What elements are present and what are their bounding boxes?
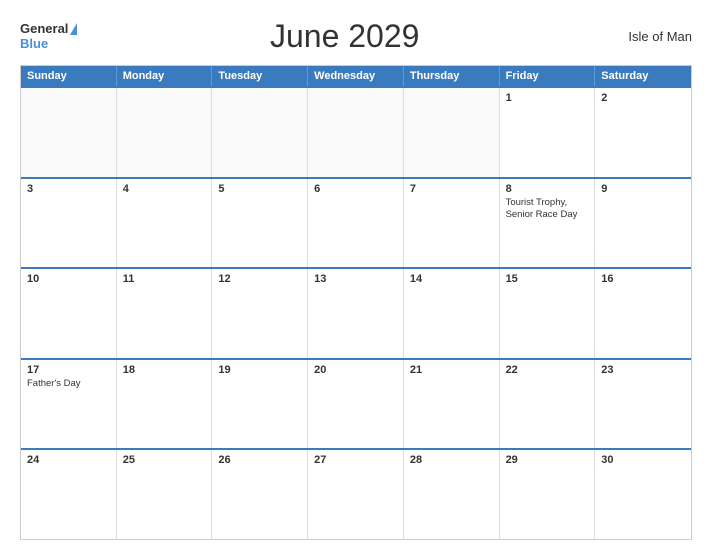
calendar-header-saturday: Saturday	[595, 66, 691, 86]
day-number: 2	[601, 92, 685, 104]
calendar-cell: 14	[404, 269, 500, 358]
day-number: 3	[27, 183, 110, 195]
calendar-cell	[21, 88, 117, 177]
day-number: 17	[27, 364, 110, 376]
calendar-cell	[404, 88, 500, 177]
logo-general-text: General	[20, 22, 68, 36]
calendar-header-thursday: Thursday	[404, 66, 500, 86]
calendar-cell: 4	[117, 179, 213, 268]
calendar-cell	[117, 88, 213, 177]
calendar-body: 12345678Tourist Trophy, Senior Race Day9…	[21, 86, 691, 539]
calendar-cell: 30	[595, 450, 691, 539]
calendar-cell: 29	[500, 450, 596, 539]
logo-blue-text: Blue	[20, 37, 48, 51]
day-number: 6	[314, 183, 397, 195]
day-number: 20	[314, 364, 397, 376]
calendar-cell	[212, 88, 308, 177]
logo-triangle-icon	[70, 23, 77, 35]
calendar-week-2: 3 45 6 7 8 Tourist Trophy, Senior Race Day 9	[21, 177, 691, 268]
calendar-header-monday: Monday	[117, 66, 213, 86]
day-number: 22	[506, 364, 589, 376]
header: General Blue June 2029 Isle of Man	[20, 18, 692, 55]
day-number: 7	[410, 183, 493, 195]
page: General Blue June 2029 Isle of Man Sunda…	[0, 0, 712, 550]
day-number: 29	[506, 454, 589, 466]
day-number: 28	[410, 454, 493, 466]
day-number: 15	[506, 273, 589, 285]
calendar-week-1: 12	[21, 86, 691, 177]
calendar-cell: 2	[595, 88, 691, 177]
calendar: SundayMondayTuesdayWednesdayThursdayFrid…	[20, 65, 692, 540]
event-text: Father's Day	[27, 378, 110, 390]
calendar-cell: 26	[212, 450, 308, 539]
day-number: 21	[410, 364, 493, 376]
calendar-cell: 15	[500, 269, 596, 358]
calendar-header: SundayMondayTuesdayWednesdayThursdayFrid…	[21, 66, 691, 86]
day-number: 14	[410, 273, 493, 285]
day-number: 16	[601, 273, 685, 285]
calendar-cell: 17 Father's Day	[21, 360, 117, 449]
calendar-cell: 28	[404, 450, 500, 539]
calendar-cell: 11	[117, 269, 213, 358]
calendar-week-3: 10 11 12 13 14 15 16	[21, 267, 691, 358]
day-number: 4	[123, 183, 206, 195]
day-number: 30	[601, 454, 685, 466]
calendar-cell: 5	[212, 179, 308, 268]
calendar-cell: 16	[595, 269, 691, 358]
day-number: 18	[123, 364, 206, 376]
region-label: Isle of Man	[612, 29, 692, 44]
calendar-cell: 24	[21, 450, 117, 539]
day-number: 26	[218, 454, 301, 466]
day-number: 13	[314, 273, 397, 285]
calendar-cell	[308, 88, 404, 177]
day-number: 5	[218, 183, 301, 195]
calendar-cell: 21	[404, 360, 500, 449]
day-number: 11	[123, 273, 206, 285]
calendar-cell: 3	[21, 179, 117, 268]
day-number: 27	[314, 454, 397, 466]
logo: General Blue	[20, 22, 77, 51]
calendar-cell: 27	[308, 450, 404, 539]
day-number: 24	[27, 454, 110, 466]
calendar-cell: 6	[308, 179, 404, 268]
calendar-cell: 12	[212, 269, 308, 358]
calendar-cell: 7	[404, 179, 500, 268]
day-number: 8	[506, 183, 589, 195]
event-text: Tourist Trophy, Senior Race Day	[506, 197, 589, 222]
calendar-cell: 1	[500, 88, 596, 177]
calendar-cell: 23	[595, 360, 691, 449]
calendar-cell: 22	[500, 360, 596, 449]
calendar-cell: 13	[308, 269, 404, 358]
day-number: 12	[218, 273, 301, 285]
month-title: June 2029	[77, 18, 612, 55]
calendar-week-5: 24 25 26 27 28 29 30	[21, 448, 691, 539]
day-number: 1	[506, 92, 589, 104]
calendar-cell: 25	[117, 450, 213, 539]
day-number: 19	[218, 364, 301, 376]
day-number: 25	[123, 454, 206, 466]
calendar-header-friday: Friday	[500, 66, 596, 86]
calendar-cell: 19	[212, 360, 308, 449]
calendar-cell: 9	[595, 179, 691, 268]
day-number: 23	[601, 364, 685, 376]
calendar-cell: 18	[117, 360, 213, 449]
calendar-week-4: 17 Father's Day 18 19 20 21 22 23	[21, 358, 691, 449]
calendar-header-wednesday: Wednesday	[308, 66, 404, 86]
day-number: 9	[601, 183, 685, 195]
calendar-cell: 20	[308, 360, 404, 449]
calendar-cell: 10	[21, 269, 117, 358]
calendar-header-tuesday: Tuesday	[212, 66, 308, 86]
day-number: 10	[27, 273, 110, 285]
calendar-cell: 8 Tourist Trophy, Senior Race Day	[500, 179, 596, 268]
calendar-header-sunday: Sunday	[21, 66, 117, 86]
